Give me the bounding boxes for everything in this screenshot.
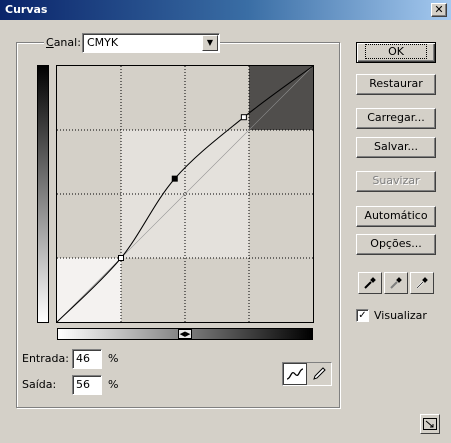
- input-field[interactable]: 46: [72, 349, 102, 369]
- output-label: Saída:: [22, 378, 57, 391]
- output-unit: %: [108, 378, 119, 391]
- ok-button[interactable]: OK: [356, 42, 436, 63]
- auto-button[interactable]: Automático: [356, 206, 436, 227]
- active-control-point[interactable]: [171, 175, 178, 182]
- preview-label: Visualizar: [374, 309, 427, 322]
- curve-editor[interactable]: [56, 65, 314, 323]
- eyedropper-group: [358, 272, 434, 294]
- input-label: Entrada:: [22, 352, 69, 365]
- output-field[interactable]: 56: [72, 375, 102, 395]
- close-button[interactable]: ✕: [431, 3, 447, 17]
- preview-option[interactable]: ✓ Visualizar: [356, 309, 427, 322]
- control-point[interactable]: [240, 114, 247, 121]
- window-title: Curvas: [5, 3, 48, 16]
- title-bar: Curvas ✕: [0, 0, 451, 20]
- gradient-toggle-icon[interactable]: ◀▶: [178, 329, 192, 339]
- curve-graph[interactable]: [56, 65, 314, 323]
- channel-value: CMYK: [87, 36, 119, 49]
- options-button[interactable]: Opções...: [356, 234, 436, 255]
- input-unit: %: [108, 352, 119, 365]
- smooth-button[interactable]: Suavizar: [356, 171, 436, 192]
- reset-button[interactable]: Restaurar: [356, 74, 436, 95]
- expand-icon[interactable]: [420, 414, 440, 434]
- gray-eyedropper-icon[interactable]: [384, 272, 408, 294]
- curve-tool-icon[interactable]: [283, 363, 307, 385]
- chevron-down-icon[interactable]: ▼: [202, 35, 218, 51]
- pencil-tool-icon[interactable]: [307, 363, 331, 385]
- channel-select[interactable]: CMYK ▼: [82, 33, 220, 53]
- preview-checkbox[interactable]: ✓: [356, 309, 369, 322]
- curve-tools: [282, 362, 332, 386]
- load-button[interactable]: Carregar...: [356, 108, 436, 129]
- save-button[interactable]: Salvar...: [356, 137, 436, 158]
- output-gradient-bar: [37, 65, 49, 323]
- control-point[interactable]: [118, 255, 124, 261]
- black-eyedropper-icon[interactable]: [358, 272, 382, 294]
- channel-label: Canal:: [44, 36, 83, 49]
- white-eyedropper-icon[interactable]: [410, 272, 434, 294]
